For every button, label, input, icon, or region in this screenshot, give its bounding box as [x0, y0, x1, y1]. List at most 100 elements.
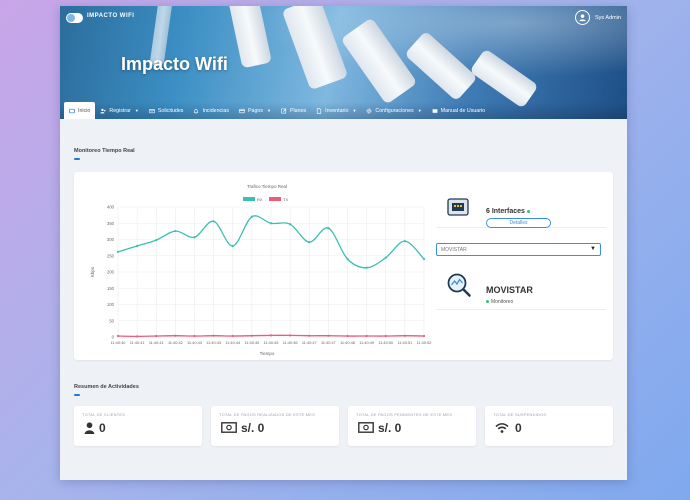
y-tick-label: 400	[107, 205, 115, 210]
router-icon	[447, 198, 469, 216]
nav-label: Pagos	[247, 107, 263, 114]
chevron-down-icon: ▼	[134, 108, 139, 113]
x-tick-label: 11:40:41	[149, 340, 164, 345]
x-tick-label: 11:40:50	[378, 340, 394, 345]
legend-swatch-tx	[269, 197, 281, 201]
x-tick-label: 11:40:52	[417, 340, 432, 345]
isp-status-label: Monitoreo	[491, 299, 514, 305]
data-point-tx	[269, 334, 273, 337]
file-icon	[317, 107, 322, 114]
chevron-down-icon: ▼	[352, 108, 357, 113]
x-tick-label: 11:40:45	[264, 340, 279, 345]
x-axis-label: Tiempo	[260, 351, 275, 356]
data-point-rx	[174, 229, 177, 233]
nav-label: Inventario	[325, 107, 349, 114]
monitor-card: Trafico Tiempo Real RX TX Kbps Tiempo 0 5…	[74, 172, 613, 360]
status-dot	[526, 209, 530, 213]
data-point-rx	[365, 266, 368, 269]
y-tick-label: 300	[107, 237, 115, 242]
cable-decoration	[340, 17, 418, 105]
x-tick-label: 11:40:51	[397, 340, 412, 345]
data-point-tx	[116, 334, 120, 338]
stat-label: TOTAL DE SUSPENDIDOS	[493, 412, 547, 417]
interfaces-count: 6 Interfaces	[486, 208, 530, 215]
stat-card-clientes: TOTAL DE CLIENTES 0	[74, 406, 202, 446]
nav-label: Manual de Usuario	[440, 107, 486, 114]
data-point-rx	[231, 244, 234, 248]
dropdown-arrow-icon: ▼	[590, 246, 596, 252]
page-title: Impacto Wifi	[121, 54, 228, 74]
y-tick-label: 0	[112, 335, 115, 340]
stat-value: s/. 0	[378, 421, 402, 435]
hero-banner: IMPACTO WIFI Impacto Wifi Sys Admin Inic…	[60, 6, 627, 119]
y-axis-label: Kbps	[90, 266, 95, 277]
data-point-rx	[422, 257, 426, 261]
data-point-rx	[193, 236, 196, 239]
book-icon	[432, 108, 438, 113]
isp-select-value: MOVISTAR	[441, 246, 467, 253]
data-point-tx	[422, 334, 426, 338]
nav-item-inventario[interactable]: Inventario ▼	[311, 102, 361, 119]
stat-label: TOTAL DE PAGOS PENDIENTES DE ESTE MES	[356, 412, 453, 417]
nav-item-configuraciones[interactable]: Configuraciones ▼	[361, 102, 426, 119]
user-avatar-icon[interactable]	[575, 10, 591, 25]
nav-label: Planes	[289, 107, 307, 114]
x-tick-label: 11:40:45	[244, 340, 259, 345]
nav-item-pagos[interactable]: Pagos ▼	[234, 102, 276, 119]
user-name[interactable]: Sys Admin	[595, 15, 621, 21]
data-point-tx	[365, 334, 368, 338]
data-point-rx	[116, 250, 120, 253]
isp-name: MOVISTAR	[486, 285, 533, 295]
gear-icon	[367, 108, 372, 113]
x-tick-label: 11:40:48	[340, 340, 355, 345]
nav-item-registrar[interactable]: Registrar ▼	[95, 102, 143, 119]
logo-text[interactable]: IMPACTO WIFI	[87, 13, 134, 19]
edit-icon	[281, 108, 287, 113]
data-point-tx	[212, 334, 215, 337]
data-point-tx	[155, 334, 158, 338]
x-tick-label: 11:40:43	[206, 340, 221, 345]
cable-decoration	[228, 6, 272, 69]
data-point-tx	[136, 335, 139, 338]
data-point-tx	[193, 334, 196, 338]
data-point-tx	[289, 334, 292, 337]
isp-select[interactable]: MOVISTAR ▼	[436, 243, 601, 256]
nav-item-solicitudes[interactable]: Solicitudes	[144, 102, 189, 119]
stat-value: s/. 0	[241, 421, 265, 435]
x-tick-label: 11:40:46	[283, 340, 298, 345]
money-icon	[221, 422, 237, 433]
nav-item-manual[interactable]: Manual de Usuario	[427, 102, 490, 119]
y-tick-label: 50	[109, 318, 114, 323]
cable-decoration	[404, 30, 478, 102]
home-icon	[69, 108, 75, 113]
bell-icon	[194, 108, 199, 114]
nav-item-incidencias[interactable]: Incidencias	[188, 102, 234, 119]
data-point-rx	[136, 244, 139, 248]
stat-label: TOTAL DE CLIENTES	[82, 412, 126, 417]
x-tick-label: 11:40:40	[111, 340, 127, 345]
legend-label-tx: TX	[283, 197, 288, 202]
details-button[interactable]: Detalles	[486, 218, 551, 228]
cable-decoration	[469, 48, 539, 109]
section-underline	[74, 158, 80, 160]
nav-item-planes[interactable]: Planes	[276, 102, 311, 119]
x-tick-label: 11:40:47	[302, 340, 317, 345]
data-point-rx	[346, 257, 349, 261]
data-point-rx	[384, 256, 387, 259]
logo-icon[interactable]	[66, 13, 83, 23]
y-tick-label: 350	[107, 221, 115, 226]
legend-label-rx: RX	[257, 197, 263, 202]
money-icon	[358, 422, 374, 433]
nav-item-inicio[interactable]: Inicio	[64, 102, 96, 119]
app-window: IMPACTO WIFI Impacto Wifi Sys Admin Inic…	[60, 6, 627, 480]
data-point-tx	[346, 334, 349, 338]
nav-label: Configuraciones	[375, 107, 414, 114]
stat-label: TOTAL DE PAGOS REALIZADOS DE ESTE MES	[219, 412, 315, 417]
interfaces-label: 6 Interfaces	[486, 208, 525, 215]
y-tick-label: 250	[107, 253, 115, 258]
x-tick-label: 11:40:42	[168, 340, 183, 345]
monitor-magnifier-icon	[447, 273, 471, 297]
data-point-rx	[250, 215, 253, 218]
user-menu[interactable]: Sys Admin	[575, 10, 621, 25]
x-tick-label: 11:40:47	[321, 340, 336, 345]
